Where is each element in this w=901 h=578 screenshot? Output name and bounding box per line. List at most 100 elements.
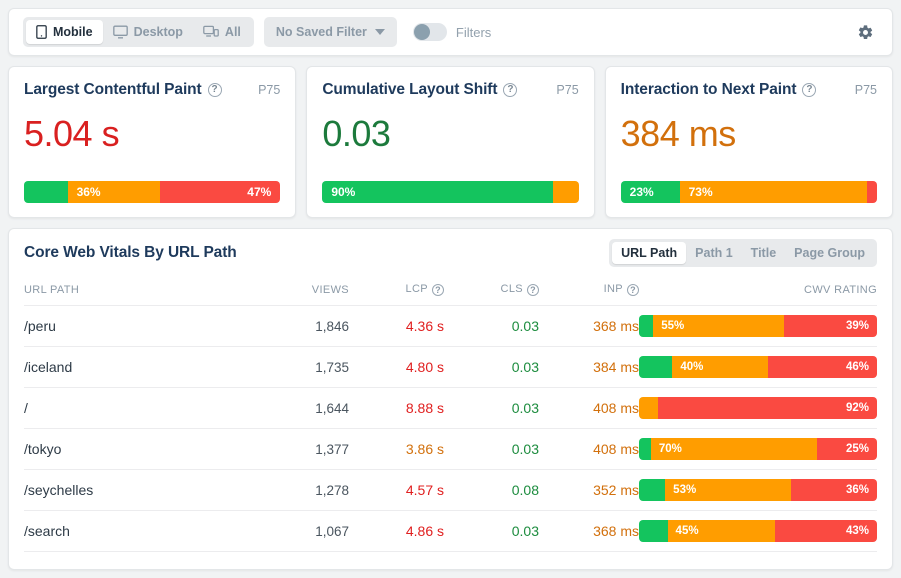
column-header-views[interactable]: VIEWS [254, 277, 349, 306]
cell-inp: 352 ms [593, 482, 639, 498]
view-option-page-group[interactable]: Page Group [785, 242, 874, 264]
cell-cwv-rating: 53% 36% [639, 470, 877, 511]
cwv-rating-bar: 45% 43% [639, 520, 877, 542]
device-filter-mobile[interactable]: Mobile [26, 20, 103, 44]
table-row[interactable]: /peru 1,846 4.36 s 0.03 368 ms 55% 39% [24, 305, 877, 347]
table-view-switch: URL Path Path 1 Title Page Group [609, 239, 877, 267]
column-header-cls[interactable]: CLS? [444, 277, 539, 306]
table-row[interactable]: / 1,644 8.88 s 0.03 408 ms 92% [24, 387, 877, 429]
metric-header: Interaction to Next Paint? P75 [621, 81, 877, 99]
view-option-title[interactable]: Title [742, 242, 785, 264]
cell-cwv-rating: 55% 39% [639, 306, 877, 347]
cell-cls: 0.03 [511, 359, 539, 375]
filters-toggle[interactable] [412, 23, 447, 41]
cell-cwv-rating: 92% [639, 388, 877, 429]
metric-value: 384 ms [620, 113, 737, 154]
cwv-rating-bar: 53% 36% [639, 479, 877, 501]
bar-segment-poor: 39% [784, 315, 877, 337]
settings-button[interactable] [850, 17, 880, 47]
percentile-label: P75 [854, 83, 877, 97]
all-devices-icon [203, 25, 219, 39]
cell-cls: 0.03 [511, 318, 539, 334]
cell-url-path: /iceland [24, 359, 73, 375]
cell-lcp: 8.88 s [405, 400, 444, 416]
bar-segment-poor: 36% [791, 479, 877, 501]
table-row[interactable]: /iceland 1,735 4.80 s 0.03 384 ms 40% 46% [24, 346, 877, 388]
cell-url-path: /seychelles [24, 482, 94, 498]
cell-url-path: /peru [24, 318, 56, 334]
cell-inp: 368 ms [593, 318, 639, 334]
cell-lcp: 3.86 s [405, 441, 444, 457]
saved-filter-dropdown[interactable]: No Saved Filter [263, 17, 397, 47]
metric-title: Cumulative Layout Shift [322, 81, 498, 98]
bar-segment-needs-improvement: 36% [67, 181, 160, 203]
cell-views: 1,278 [315, 482, 349, 498]
cwv-table: URL PATH VIEWS LCP? CLS? INP? CWV RATING… [24, 277, 877, 552]
table-row[interactable]: /seychelles 1,278 4.57 s 0.08 352 ms 53% 36% [24, 469, 877, 511]
table-header-bar: Core Web Vitals By URL Path URL Path Path… [24, 229, 877, 277]
column-header-inp[interactable]: INP? [539, 277, 639, 306]
table-title: Core Web Vitals By URL Path [24, 244, 237, 261]
metric-card-cls: Cumulative Layout Shift? P75 0.03 90% [306, 66, 595, 218]
question-mark-icon[interactable]: ? [802, 83, 817, 97]
cell-views: 1,067 [315, 523, 349, 539]
table-header-row: URL PATH VIEWS LCP? CLS? INP? CWV RATING [24, 277, 877, 306]
cell-cwv-rating: 45% 43% [639, 511, 877, 552]
filters-toggle-group: Filters [412, 23, 491, 41]
view-option-path-1[interactable]: Path 1 [686, 242, 742, 264]
device-filter-label: All [224, 25, 241, 39]
bar-segment-good [639, 438, 651, 460]
cwv-table-card: Core Web Vitals By URL Path URL Path Path… [8, 228, 893, 570]
column-header-url-path[interactable]: URL PATH [24, 277, 254, 306]
bar-segment-poor: 43% [774, 520, 877, 542]
question-mark-icon[interactable]: ? [432, 284, 444, 296]
question-mark-icon[interactable]: ? [627, 284, 639, 296]
metric-value: 0.03 [322, 113, 391, 154]
view-option-url-path[interactable]: URL Path [612, 242, 687, 264]
metric-card-inp: Interaction to Next Paint? P75 384 ms 23% 73… [604, 66, 893, 218]
metric-value: 5.04 s [24, 113, 120, 154]
bar-segment-needs-improvement: 70% [650, 438, 818, 460]
bar-segment-poor: 46% [767, 356, 877, 378]
cwv-rating-bar: 55% 39% [639, 315, 877, 337]
gear-icon [858, 24, 872, 39]
metric-card-lcp: Largest Contentful Paint? P75 5.04 s 36% 47% [8, 66, 297, 218]
core-web-vitals-summary: Largest Contentful Paint? P75 5.04 s 36% 47%… [8, 66, 893, 218]
column-header-cwv-rating[interactable]: CWV RATING [639, 277, 877, 306]
question-mark-icon[interactable]: ? [503, 83, 518, 97]
bar-segment-needs-improvement: 73% [679, 181, 867, 203]
cell-cls: 0.03 [511, 441, 539, 457]
question-mark-icon[interactable]: ? [527, 284, 539, 296]
column-header-inp-label: INP [603, 283, 623, 295]
column-header-lcp-label: LCP [405, 283, 428, 295]
metric-title: Largest Contentful Paint [24, 81, 202, 98]
column-header-lcp[interactable]: LCP? [349, 277, 444, 306]
bar-segment-needs-improvement: 53% [665, 479, 792, 501]
cell-inp: 408 ms [593, 400, 639, 416]
saved-filter-label: No Saved Filter [275, 25, 367, 39]
bar-segment-needs-improvement: 45% [667, 520, 775, 542]
table-row[interactable]: /search 1,067 4.86 s 0.03 368 ms 45% 43% [24, 510, 877, 552]
cell-url-path: / [24, 400, 28, 416]
metric-header: Largest Contentful Paint? P75 [24, 81, 280, 99]
question-mark-icon[interactable]: ? [207, 83, 222, 97]
bar-segment-good [639, 520, 668, 542]
metric-header: Cumulative Layout Shift? P75 [322, 81, 578, 99]
cell-inp: 368 ms [593, 523, 639, 539]
bar-segment-good [24, 181, 68, 203]
bar-segment-good [639, 356, 673, 378]
device-filter-desktop[interactable]: Desktop [103, 20, 193, 44]
percentile-label: P75 [258, 83, 281, 97]
cell-url-path: /tokyo [24, 441, 62, 457]
toolbar: Mobile Desktop All No Saved Filter Filters [8, 8, 893, 56]
device-filter-label: Desktop [133, 25, 183, 39]
cell-views: 1,735 [315, 359, 349, 375]
bar-segment-poor: 92% [658, 397, 877, 419]
cell-lcp: 4.57 s [405, 482, 444, 498]
metric-title: Interaction to Next Paint [620, 81, 797, 98]
cwv-rating-bar: 70% 25% [639, 438, 877, 460]
table-row[interactable]: /tokyo 1,377 3.86 s 0.03 408 ms 70% 25% [24, 428, 877, 470]
cell-inp: 384 ms [593, 359, 639, 375]
device-filter-all[interactable]: All [193, 20, 251, 44]
bar-segment-poor [866, 181, 877, 203]
